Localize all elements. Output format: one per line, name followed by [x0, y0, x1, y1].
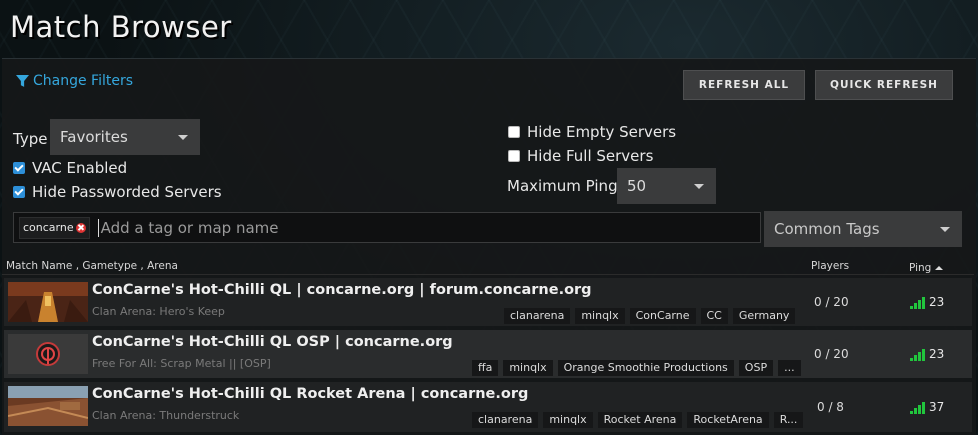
max-ping-value: 50: [627, 177, 647, 195]
server-tags: clanarena minqlx ConCarne CC Germany: [504, 308, 796, 324]
quake-logo-icon: [8, 334, 88, 374]
server-ping-value: 37: [929, 400, 945, 414]
chevron-down-icon: [694, 184, 704, 189]
checkbox-unchecked-icon: [508, 150, 520, 162]
server-tag[interactable]: minqlx: [543, 412, 593, 428]
chevron-down-icon: [178, 135, 188, 140]
filter-icon: [16, 74, 29, 87]
remove-tag-icon[interactable]: [75, 222, 86, 233]
checkbox-checked-icon: [13, 162, 25, 174]
hide-full-checkbox[interactable]: Hide Full Servers: [508, 147, 653, 165]
tag-chip[interactable]: concarne: [19, 216, 90, 239]
server-tag[interactable]: minqlx: [503, 360, 553, 376]
server-row[interactable]: ConCarne's Hot-Chilli QL | concarne.org …: [4, 278, 972, 326]
hide-passworded-checkbox[interactable]: Hide Passworded Servers: [13, 183, 222, 201]
checkbox-unchecked-icon: [508, 126, 520, 138]
checkbox-checked-icon: [13, 186, 25, 198]
server-tag[interactable]: CC: [700, 308, 728, 324]
server-tag[interactable]: OSP: [738, 360, 774, 376]
server-tag[interactable]: RocketArena: [687, 412, 769, 428]
server-players: 0 / 20: [814, 347, 849, 361]
server-ping: 23: [910, 295, 944, 309]
server-tag[interactable]: ConCarne: [629, 308, 696, 324]
server-tag[interactable]: clanarena: [472, 412, 539, 428]
server-tag[interactable]: clanarena: [504, 308, 571, 324]
server-name: ConCarne's Hot-Chilli QL OSP | concarne.…: [92, 334, 453, 350]
sort-ascending-icon: [935, 266, 944, 270]
server-row[interactable]: ConCarne's Hot-Chilli QL OSP | concarne.…: [4, 330, 972, 378]
type-label: Type: [13, 130, 48, 148]
max-ping-select[interactable]: 50: [617, 168, 716, 204]
server-gametype: Clan Arena: Hero's Keep: [92, 305, 225, 318]
server-name: ConCarne's Hot-Chilli QL | concarne.org …: [92, 282, 592, 298]
server-tag[interactable]: minqlx: [575, 308, 625, 324]
server-ping-value: 23: [929, 347, 945, 361]
server-name: ConCarne's Hot-Chilli QL Rocket Arena | …: [92, 386, 529, 402]
page-title: Match Browser: [10, 10, 232, 44]
server-tag[interactable]: ffa: [472, 360, 499, 376]
map-thumbnail: [8, 386, 88, 426]
change-filters-label: Change Filters: [33, 73, 134, 89]
server-players: 0 / 20: [814, 295, 849, 309]
hide-empty-label: Hide Empty Servers: [527, 123, 677, 141]
server-gametype: Clan Arena: Thunderstruck: [92, 409, 240, 422]
signal-bars-icon: [910, 297, 925, 309]
vac-enabled-label: VAC Enabled: [32, 159, 128, 177]
quick-refresh-button[interactable]: QUICK REFRESH: [815, 70, 953, 100]
server-tag[interactable]: Rocket Arena: [597, 412, 683, 428]
server-row[interactable]: ConCarne's Hot-Chilli QL Rocket Arena | …: [4, 382, 972, 432]
server-tags: ffa minqlx Orange Smoothie Productions O…: [472, 360, 801, 376]
ping-header-label: Ping: [909, 262, 932, 274]
chevron-down-icon: [940, 227, 950, 232]
vac-enabled-checkbox[interactable]: VAC Enabled: [13, 159, 127, 177]
tag-search-input[interactable]: Add a tag or map name: [97, 218, 279, 237]
tag-search-bar[interactable]: concarne Add a tag or map name: [13, 212, 761, 243]
refresh-all-button[interactable]: REFRESH ALL: [683, 70, 805, 100]
signal-bars-icon: [910, 402, 925, 414]
server-tag[interactable]: Orange Smoothie Productions: [557, 360, 734, 376]
server-ping: 23: [910, 347, 944, 361]
header-divider: [2, 274, 974, 275]
map-thumbnail: [8, 282, 88, 322]
max-ping-label: Maximum Ping: [507, 177, 618, 195]
hide-full-label: Hide Full Servers: [527, 147, 654, 165]
signal-bars-icon: [910, 349, 925, 361]
hide-empty-checkbox[interactable]: Hide Empty Servers: [508, 123, 676, 141]
common-tags-select[interactable]: Common Tags: [764, 211, 962, 247]
server-gametype: Free For All: Scrap Metal || [OSP]: [92, 357, 271, 370]
server-ping-value: 23: [929, 295, 945, 309]
server-ping: 37: [910, 400, 944, 414]
hide-passworded-label: Hide Passworded Servers: [32, 183, 222, 201]
type-select[interactable]: Favorites: [50, 119, 200, 155]
server-tag[interactable]: R...: [773, 412, 804, 428]
server-tag[interactable]: Germany: [732, 308, 796, 324]
tag-chip-label: concarne: [23, 221, 74, 234]
server-tag[interactable]: ...: [778, 360, 801, 376]
server-tags: clanarena minqlx Rocket Arena RocketAren…: [472, 412, 804, 428]
server-players: 0 / 8: [817, 400, 844, 414]
type-select-value: Favorites: [60, 128, 128, 146]
common-tags-label: Common Tags: [774, 220, 880, 238]
change-filters-link[interactable]: Change Filters: [16, 73, 133, 89]
